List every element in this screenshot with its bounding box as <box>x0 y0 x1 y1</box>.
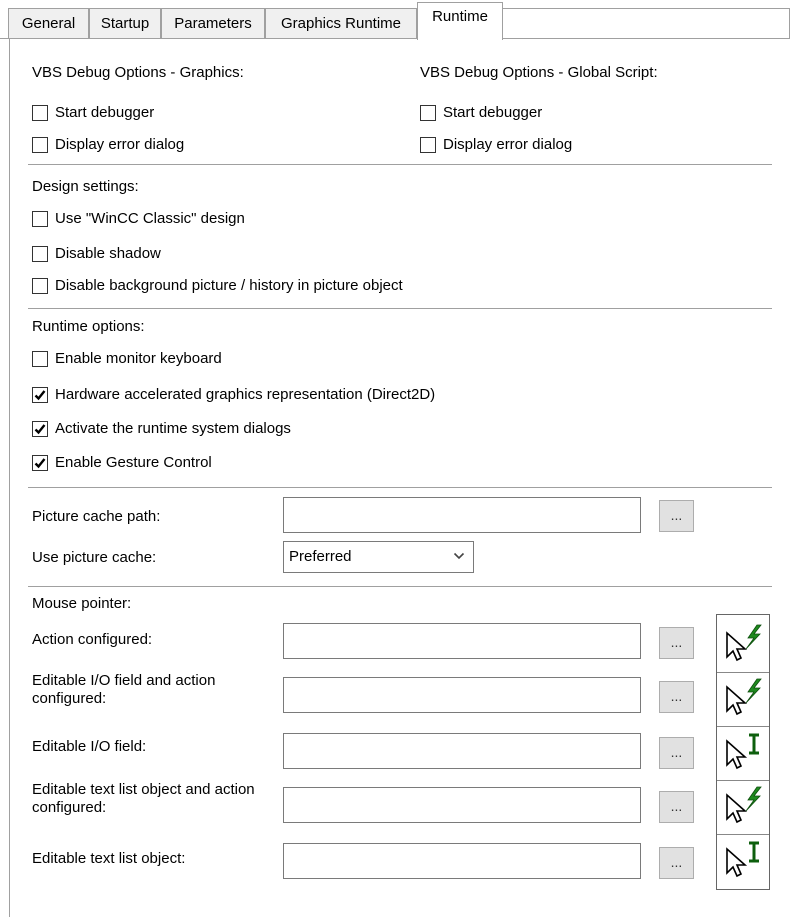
text-list-input[interactable] <box>283 843 641 879</box>
tab-strip-filler <box>503 8 790 38</box>
disable-shadow-checkbox[interactable]: Disable shadow <box>32 245 161 262</box>
section-divider <box>28 487 772 488</box>
tab-label: Graphics Runtime <box>280 15 402 32</box>
checkbox-box[interactable] <box>32 104 48 121</box>
checkbox-label: Start debugger <box>55 104 155 121</box>
picture-cache-path-label: Picture cache path: <box>32 508 161 525</box>
check-icon <box>34 389 46 400</box>
graphics-start-debugger-checkbox[interactable]: Start debugger <box>32 104 154 121</box>
check-icon <box>34 423 46 434</box>
tab-startup[interactable]: Startup <box>89 8 161 38</box>
checkbox-box[interactable] <box>32 245 48 262</box>
global-display-error-checkbox[interactable]: Display error dialog <box>420 136 572 153</box>
tab-baseline <box>0 38 417 39</box>
tab-general[interactable]: General <box>8 8 89 38</box>
checkbox-label: Enable Gesture Control <box>55 454 212 471</box>
tab-parameters[interactable]: Parameters <box>161 8 265 38</box>
pointer-preview-panel <box>716 614 770 890</box>
io-field-action-browse-button[interactable]: ... <box>659 681 694 713</box>
checkbox-label: Start debugger <box>443 104 543 121</box>
text-list-action-input[interactable] <box>283 787 641 823</box>
global-start-debugger-checkbox[interactable]: Start debugger <box>420 104 542 121</box>
mouse-pointer-heading: Mouse pointer: <box>32 595 132 612</box>
text-list-action-browse-button[interactable]: ... <box>659 791 694 823</box>
io-field-label: Editable I/O field: <box>32 738 147 755</box>
checkbox-box[interactable] <box>420 136 436 153</box>
chevron-down-icon <box>453 552 465 560</box>
checkbox-box[interactable] <box>32 386 48 403</box>
system-dialogs-checkbox[interactable]: Activate the runtime system dialogs <box>32 420 291 437</box>
checkbox-label: Display error dialog <box>55 136 185 153</box>
action-configured-label: Action configured: <box>32 631 153 648</box>
checkbox-label: Enable monitor keyboard <box>55 350 222 367</box>
checkbox-label: Disable shadow <box>55 245 161 262</box>
checkbox-box[interactable] <box>32 277 48 294</box>
io-field-browse-button[interactable]: ... <box>659 737 694 769</box>
tab-runtime[interactable]: Runtime <box>417 2 503 40</box>
io-field-action-label: Editable I/O field and action configured… <box>32 672 216 707</box>
panel-left-border <box>9 39 10 917</box>
checkbox-box[interactable] <box>32 136 48 153</box>
checkbox-box[interactable] <box>420 104 436 121</box>
checkbox-box[interactable] <box>32 350 48 367</box>
arrow-lightning-icon[interactable] <box>717 673 769 730</box>
monitor-keyboard-checkbox[interactable]: Enable monitor keyboard <box>32 350 222 367</box>
check-icon <box>34 457 46 468</box>
checkbox-box[interactable] <box>32 210 48 227</box>
select-value: Preferred <box>289 548 352 565</box>
arrow-lightning-icon[interactable] <box>717 619 769 676</box>
direct2d-checkbox[interactable]: Hardware accelerated graphics representa… <box>32 386 435 403</box>
tab-label: Runtime <box>432 8 488 25</box>
tab-strip: General Startup Parameters Graphics Runt… <box>0 0 790 40</box>
tab-label: General <box>21 15 76 32</box>
section-divider <box>28 586 772 587</box>
section-divider <box>28 164 772 165</box>
classic-design-checkbox[interactable]: Use "WinCC Classic" design <box>32 210 245 227</box>
use-picture-cache-label: Use picture cache: <box>32 549 157 566</box>
vbs-graphics-heading: VBS Debug Options - Graphics: <box>32 64 244 81</box>
picture-cache-browse-button[interactable]: ... <box>659 500 694 532</box>
io-field-action-input[interactable] <box>283 677 641 713</box>
action-configured-input[interactable] <box>283 623 641 659</box>
tab-graphics-runtime[interactable]: Graphics Runtime <box>265 8 417 38</box>
tab-label: Parameters <box>174 15 252 32</box>
picture-cache-path-input[interactable] <box>283 497 641 533</box>
tab-baseline <box>503 38 790 39</box>
checkbox-label: Display error dialog <box>443 136 573 153</box>
action-configured-browse-button[interactable]: ... <box>659 627 694 659</box>
runtime-options-heading: Runtime options: <box>32 318 145 335</box>
arrow-ibeam-icon[interactable] <box>717 727 769 784</box>
section-divider <box>28 308 772 309</box>
arrow-lightning-icon[interactable] <box>717 781 769 838</box>
text-list-action-label: Editable text list object and action con… <box>32 781 255 816</box>
io-field-input[interactable] <box>283 733 641 769</box>
checkbox-box[interactable] <box>32 454 48 471</box>
checkbox-label: Hardware accelerated graphics representa… <box>55 386 436 403</box>
text-list-browse-button[interactable]: ... <box>659 847 694 879</box>
checkbox-label: Use "WinCC Classic" design <box>55 210 245 227</box>
arrow-ibeam-icon[interactable] <box>717 835 769 892</box>
use-picture-cache-select[interactable]: Preferred <box>283 541 474 573</box>
vbs-global-heading: VBS Debug Options - Global Script: <box>420 64 658 81</box>
checkbox-box[interactable] <box>32 420 48 437</box>
checkbox-label: Activate the runtime system dialogs <box>55 420 291 437</box>
tab-label: Startup <box>100 15 150 32</box>
graphics-display-error-checkbox[interactable]: Display error dialog <box>32 136 184 153</box>
design-settings-heading: Design settings: <box>32 178 139 195</box>
text-list-label: Editable text list object: <box>32 850 186 867</box>
gesture-control-checkbox[interactable]: Enable Gesture Control <box>32 454 212 471</box>
checkbox-label: Disable background picture / history in … <box>55 277 403 294</box>
disable-background-checkbox[interactable]: Disable background picture / history in … <box>32 277 403 294</box>
